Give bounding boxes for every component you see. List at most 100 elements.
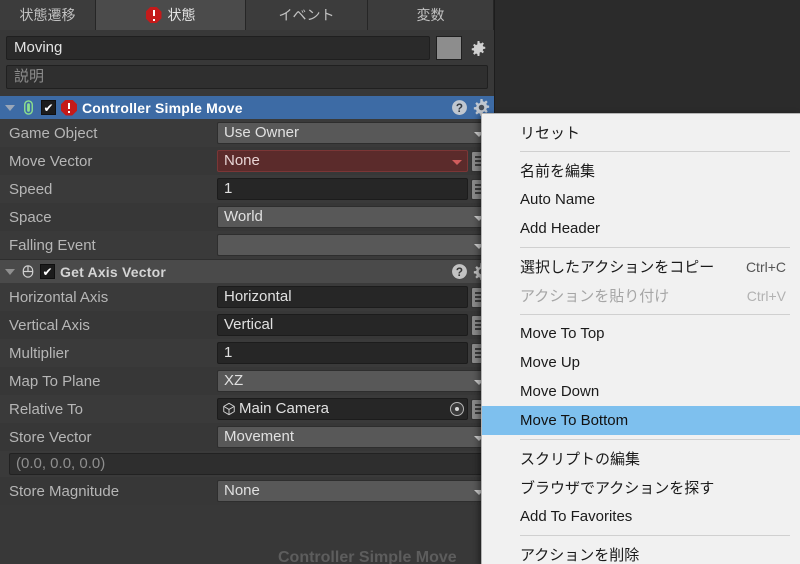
field-row: Speed 1	[0, 175, 494, 203]
field-row: Relative To Main Camera	[0, 395, 494, 423]
dropdown-3[interactable]: XZ	[217, 370, 490, 392]
tab-bar: 状態遷移 状態 イベント 変数	[0, 0, 494, 30]
field-control: 1	[217, 342, 490, 364]
vector-value: (0.0, 0.0, 0.0)	[9, 453, 490, 475]
help-icon[interactable]: ?	[451, 263, 468, 280]
dropdown-0[interactable]: Use Owner	[217, 122, 490, 144]
tab-label: 状態遷移	[19, 7, 76, 23]
menu-item-14[interactable]: スクリプトの編集	[482, 444, 800, 473]
state-description-input[interactable]: 説明	[6, 65, 488, 89]
value-input-error[interactable]: None	[217, 150, 468, 172]
dropdown-4[interactable]	[217, 234, 490, 256]
menu-item-6[interactable]: 選択したアクションをコピー Ctrl+C	[482, 252, 800, 281]
state-name-row: Moving	[0, 30, 494, 60]
menu-item-label: 選択したアクションをコピー	[520, 259, 715, 276]
field-control: Horizontal	[217, 286, 490, 308]
field-row: Vertical Axis Vertical	[0, 311, 494, 339]
menu-item-4[interactable]: Add Header	[482, 214, 800, 243]
dropdown-7[interactable]: None	[217, 480, 490, 502]
menu-item-label: ブラウザでアクションを探す	[520, 480, 715, 497]
menu-item-label: Move To Top	[520, 325, 605, 342]
dropdown-5[interactable]: Movement	[217, 426, 490, 448]
field-control: None	[217, 150, 490, 172]
gear-icon-svg	[471, 40, 485, 56]
action-enabled-checkbox[interactable]: ✔	[41, 100, 56, 115]
field-row: Multiplier 1	[0, 339, 494, 367]
state-gear-icon[interactable]	[468, 37, 488, 59]
menu-item-2[interactable]: 名前を編集	[482, 156, 800, 185]
action-context-menu[interactable]: リセット名前を編集 Auto Name Add Header 選択したアクションをコピ…	[481, 113, 800, 564]
menu-item-label: リセット	[520, 125, 581, 142]
prefab-cube-icon	[223, 402, 235, 416]
value-input[interactable]: 1	[217, 178, 468, 200]
menu-item-label: Move To Bottom	[520, 412, 629, 429]
field-control: Movement	[217, 426, 490, 448]
action-header-1[interactable]: ✔ Get Axis Vector?	[0, 260, 494, 283]
menu-item-label: 名前を編集	[520, 163, 596, 180]
menu-item-12[interactable]: Move To Bottom	[482, 406, 800, 435]
menu-item-label: Add To Favorites	[520, 508, 633, 525]
vector-preview-row: (0.0, 0.0, 0.0)	[0, 451, 494, 477]
field-label: Game Object	[9, 124, 98, 142]
value-input[interactable]: 1	[217, 342, 468, 364]
menu-item-9[interactable]: Move To Top	[482, 319, 800, 348]
svg-text:?: ?	[456, 266, 463, 279]
menu-item-label: Auto Name	[520, 191, 596, 208]
tab-1[interactable]: 状態	[96, 0, 246, 30]
menu-item-shortcut: Ctrl+C	[745, 258, 786, 275]
menu-item-3[interactable]: Auto Name	[482, 185, 800, 214]
tab-2[interactable]: イベント	[246, 0, 368, 30]
state-name-input[interactable]: Moving	[6, 36, 430, 60]
object-field[interactable]: Main Camera	[217, 398, 468, 420]
object-field-label: Main Camera	[239, 400, 330, 417]
error-octagon-icon	[61, 99, 77, 116]
foldout-arrow-icon[interactable]	[5, 268, 15, 275]
action-title: Controller Simple Move	[82, 99, 243, 116]
state-color-swatch[interactable]	[436, 36, 462, 60]
menu-item-0[interactable]: リセット	[482, 118, 800, 147]
menu-item-label: アクションを貼り付け	[520, 288, 670, 305]
action-enabled-checkbox[interactable]: ✔	[40, 264, 55, 279]
dropdown-3[interactable]: World	[217, 206, 490, 228]
field-label: Relative To	[9, 400, 83, 418]
field-control: Vertical	[217, 314, 490, 336]
field-label: Store Magnitude	[9, 482, 120, 500]
field-label: Move Vector	[9, 152, 93, 170]
menu-item-18[interactable]: アクションを削除	[482, 540, 800, 564]
tab-0[interactable]: 状態遷移	[0, 0, 96, 30]
menu-item-16[interactable]: Add To Favorites	[482, 502, 800, 531]
field-row: Store Vector Movement	[0, 423, 494, 451]
field-control: XZ	[217, 370, 490, 392]
menu-item-10[interactable]: Move Up	[482, 348, 800, 377]
tab-label: 状態	[167, 7, 196, 23]
field-label: Space	[9, 208, 52, 226]
menu-item-label: Add Header	[520, 220, 601, 237]
playmaker-state-inspector: 状態遷移 状態 イベント 変数 Moving 説明 ✔ Controller Simpl…	[0, 0, 800, 564]
field-label: Speed	[9, 180, 53, 198]
menu-separator	[520, 247, 790, 248]
field-row: Store Magnitude None	[0, 477, 494, 505]
inspector-panel: 状態遷移 状態 イベント 変数 Moving 説明 ✔ Controller Simpl…	[0, 0, 495, 564]
action-title: Get Axis Vector	[60, 263, 166, 280]
field-label: Vertical Axis	[9, 316, 90, 334]
field-control: Use Owner	[217, 122, 490, 144]
field-control	[217, 234, 490, 256]
menu-item-11[interactable]: Move Down	[482, 377, 800, 406]
field-label: Horizontal Axis	[9, 288, 109, 306]
help-icon[interactable]: ?	[451, 99, 468, 116]
field-label: Falling Event	[9, 236, 96, 254]
action-list: ✔ Controller Simple Move? Game Object Use O…	[0, 96, 494, 505]
error-octagon-icon	[145, 7, 162, 23]
value-input[interactable]: Horizontal	[217, 286, 468, 308]
tab-3[interactable]: 変数	[368, 0, 494, 30]
foldout-arrow-icon[interactable]	[5, 104, 15, 111]
ghost-action-title: Controller Simple Move	[278, 549, 457, 564]
menu-item-label: スクリプトの編集	[520, 451, 641, 468]
field-label: Multiplier	[9, 344, 70, 362]
value-input[interactable]: Vertical	[217, 314, 468, 336]
action-header-0[interactable]: ✔ Controller Simple Move?	[0, 96, 494, 119]
menu-item-label: Move Down	[520, 383, 600, 400]
menu-item-15[interactable]: ブラウザでアクションを探す	[482, 473, 800, 502]
object-picker-icon[interactable]	[450, 402, 464, 416]
mouse-input-icon	[22, 265, 34, 278]
